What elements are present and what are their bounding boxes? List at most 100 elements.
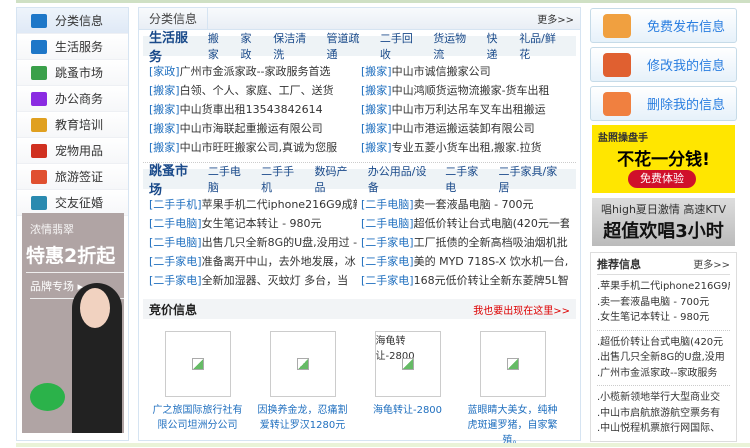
list-item[interactable]: [搬家]白领、个人、家庭、工厂、送货 (149, 83, 357, 99)
subcategory-link[interactable]: 二手家具/家居 (499, 163, 564, 195)
sidebar-item[interactable]: 生活服务 (17, 34, 128, 60)
subcategory-link[interactable]: 办公用品/设备 (368, 163, 433, 195)
list-item[interactable]: [二手家电]美的 MYD 718S-X 饮水机一台, (361, 254, 569, 270)
list-item[interactable]: [搬家]中山市万利达吊车叉车出租搬运 (361, 102, 569, 118)
category-tag[interactable]: [搬家] (149, 103, 180, 116)
category-tag[interactable]: [搬家] (361, 122, 392, 135)
subcategory-link[interactable]: 二手电脑 (208, 163, 249, 195)
list-item[interactable]: [二手家电]准备离开中山，去外地发展，冰 (149, 254, 357, 270)
more-link[interactable]: 更多>> (537, 11, 580, 26)
list-item[interactable]: [家政]广州市金派家政--家政服务首选 (149, 64, 357, 80)
category-tag[interactable]: [二手电脑] (361, 217, 414, 230)
sidebar-item[interactable]: 跳蚤市场 (17, 60, 128, 86)
bid-caption[interactable]: 因换养金龙，忍痛割爱转让罗汉1280元 (250, 403, 355, 433)
category-tag[interactable]: [二手电脑] (149, 236, 202, 249)
list-item[interactable]: [二手家电]全新加湿器、灭蚊灯 多台，当 (149, 273, 357, 289)
sidebar-item[interactable]: 教育培训 (17, 112, 128, 138)
item-title[interactable]: 中山市诚信搬家公司 (392, 65, 491, 78)
item-title[interactable]: 美的 MYD 718S-X 饮水机一台, (414, 255, 569, 268)
edit-info-button[interactable]: 修改我的信息 (590, 47, 737, 82)
list-item[interactable]: [二手手机]苹果手机二代iphone216G9成新 (149, 197, 357, 213)
subcategory-link[interactable]: 搬家 (208, 30, 229, 62)
category-tag[interactable]: [二手家电] (361, 236, 414, 249)
item-title[interactable]: 中山货車出租13543842614 (180, 103, 323, 116)
flea-market-title[interactable]: 跳蚤市场 (149, 160, 198, 198)
item-title[interactable]: 苹果手机二代iphone216G9成新 (202, 198, 357, 211)
item-title[interactable]: 专业五菱小货车出租,搬家.拉货 (392, 141, 542, 154)
item-title[interactable]: 白领、个人、家庭、工厂、送货 (180, 84, 334, 97)
bid-caption[interactable]: 广之旅国际旅行社有限公司坦洲分公司 (145, 403, 250, 433)
bid-image[interactable]: 海龟转让-2800 (374, 331, 441, 397)
category-tag[interactable]: [二手家电] (361, 274, 414, 287)
list-item[interactable]: [二手电脑]女生笔记本转让 - 980元 (149, 216, 357, 232)
list-item[interactable]: [搬家]中山鸿顺货运物流搬家-货车出租 (361, 83, 569, 99)
sidebar-item[interactable]: 旅游签证 (17, 164, 128, 190)
bid-item[interactable]: 海龟转让-2800 海龟转让-2800 (355, 331, 460, 448)
list-item[interactable]: [搬家]专业五菱小货车出租,搬家.拉货 (361, 140, 569, 156)
subcategory-link[interactable]: 管道疏通 (327, 30, 368, 62)
category-tag[interactable]: [搬家] (361, 141, 392, 154)
recommended-item[interactable]: .小榄新领地举行大型商业交 (597, 390, 730, 406)
category-tag[interactable]: [搬家] (361, 103, 392, 116)
item-title[interactable]: 卖一套液晶电脑 - 700元 (414, 198, 534, 211)
sidebar-item[interactable]: 宠物用品 (17, 138, 128, 164)
subcategory-link[interactable]: 数码产品 (314, 163, 355, 195)
life-service-title[interactable]: 生活服务 (149, 27, 198, 65)
list-item[interactable]: [搬家]中山市海联起重搬运有限公司 (149, 121, 357, 137)
item-title[interactable]: 出售几只全新8G的U盘,没用过 - (202, 236, 357, 249)
bid-image[interactable] (269, 331, 336, 397)
recommended-item[interactable]: .中山悦程机票旅行网国际、 (597, 421, 730, 437)
item-title[interactable]: 中山鸿顺货运物流搬家-货车出租 (392, 84, 550, 97)
item-title[interactable]: 中山市万利达吊车叉车出租搬运 (392, 103, 546, 116)
recommended-item[interactable]: .广州市金派家政--家政服务 (597, 366, 730, 382)
list-item[interactable]: [搬家]中山市港运搬运装卸有限公司 (361, 121, 569, 137)
list-item[interactable]: [搬家]中山市旺旺搬家公司,真诚为您服 (149, 140, 357, 156)
recommended-item[interactable]: .中山市启航旅游航空票务有 (597, 406, 730, 422)
bid-image[interactable] (479, 331, 546, 397)
recommended-item[interactable]: .女生笔记本转让 - 980元 (597, 310, 730, 326)
subcategory-link[interactable]: 二手手机 (261, 163, 302, 195)
jade-ad-banner[interactable]: 浓情翡翠 特惠2折起 品牌专场 ▸ (22, 213, 124, 433)
list-item[interactable]: [二手家电]168元低价转让全新东菱牌5L智 (361, 273, 569, 289)
recommended-item[interactable]: .卖一套液晶电脑 - 700元 (597, 295, 730, 311)
item-title[interactable]: 中山市海联起重搬运有限公司 (180, 122, 323, 135)
delete-info-button[interactable]: 删除我的信息 (590, 86, 737, 121)
bid-caption[interactable]: 海龟转让-2800 (355, 403, 460, 418)
recommended-item[interactable]: .出售几只全新8G的U盘,没用 (597, 350, 730, 366)
item-title[interactable]: 中山市旺旺搬家公司,真诚为您服 (180, 141, 338, 154)
item-title[interactable]: 中山市港运搬运装卸有限公司 (392, 122, 535, 135)
item-title[interactable]: 工厂抵债的全新高档吸油烟机批 (414, 236, 568, 249)
item-title[interactable]: 准备离开中山，去外地发展，冰 (202, 255, 356, 268)
category-tag[interactable]: [搬家] (149, 84, 180, 97)
category-tag[interactable]: [二手手机] (149, 198, 202, 211)
subcategory-link[interactable]: 保洁清洗 (273, 30, 314, 62)
category-tag[interactable]: [二手电脑] (361, 198, 414, 211)
free-trial-button[interactable]: 免费体验 (628, 170, 696, 188)
item-title[interactable]: 全新加湿器、灭蚊灯 多台，当 (202, 274, 349, 287)
bid-caption[interactable]: 蓝眼睛大美女，纯种虎斑暹罗猪，自家繁殖。 (460, 403, 565, 448)
list-item[interactable]: [二手电脑]出售几只全新8G的U盘,没用过 - (149, 235, 357, 251)
bid-item[interactable]: 蓝眼睛大美女，纯种虎斑暹罗猪，自家繁殖。 (460, 331, 565, 448)
bid-image[interactable] (164, 331, 231, 397)
item-title[interactable]: 超低价转让台式电脑(420元一套 (414, 217, 569, 230)
category-tag[interactable]: [搬家] (149, 122, 180, 135)
recommended-more-link[interactable]: 更多>> (693, 256, 730, 271)
category-tag[interactable]: [二手家电] (361, 255, 414, 268)
list-item[interactable]: [二手电脑]超低价转让台式电脑(420元一套 (361, 216, 569, 232)
item-title[interactable]: 女生笔记本转让 - 980元 (202, 217, 322, 230)
publish-info-button[interactable]: 免费发布信息 (590, 8, 737, 43)
subcategory-link[interactable]: 货运物流 (433, 30, 474, 62)
list-item[interactable]: [搬家]中山货車出租13543842614 (149, 102, 357, 118)
list-item[interactable]: [二手家电]工厂抵债的全新高档吸油烟机批 (361, 235, 569, 251)
category-tag[interactable]: [二手电脑] (149, 217, 202, 230)
bid-item[interactable]: 因换养金龙，忍痛割爱转让罗汉1280元 (250, 331, 355, 448)
subcategory-link[interactable]: 快递 (487, 30, 508, 62)
sidebar-item[interactable]: 分类信息 (17, 8, 128, 34)
category-tag[interactable]: [二手家电] (149, 255, 202, 268)
item-title[interactable]: 168元低价转让全新东菱牌5L智 (414, 274, 569, 287)
list-item[interactable]: [搬家]中山市诚信搬家公司 (361, 64, 569, 80)
bid-item[interactable]: 广之旅国际旅行社有限公司坦洲分公司 (145, 331, 250, 448)
sidebar-item[interactable]: 办公商务 (17, 86, 128, 112)
subcategory-link[interactable]: 家政 (241, 30, 262, 62)
subcategory-link[interactable]: 礼品/鲜花 (519, 30, 564, 62)
